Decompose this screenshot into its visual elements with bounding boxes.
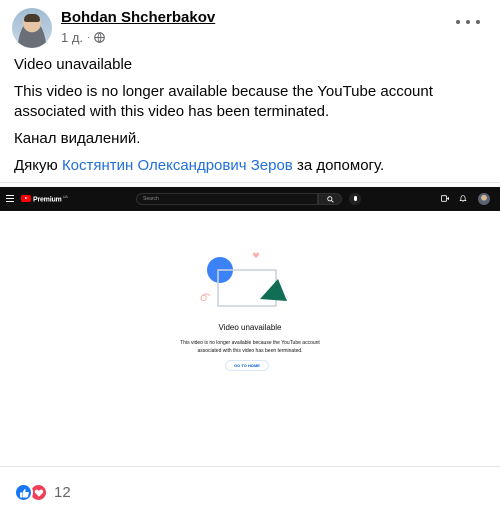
globe-icon — [94, 32, 106, 43]
youtube-brand: PremiumUA — [33, 194, 68, 204]
thanks-text: Дякую — [14, 157, 62, 174]
post-paragraph-2: This video is no longer available becaus… — [14, 83, 433, 120]
search-icon — [318, 193, 342, 205]
menu-icon — [6, 195, 14, 202]
create-video-icon — [441, 195, 449, 202]
meta-separator: · — [87, 32, 91, 43]
like-reaction-icon — [14, 483, 33, 502]
thanks-text-end: за допомогу. — [292, 157, 385, 174]
error-title: Video unavailable — [218, 323, 282, 332]
reactions-summary[interactable]: 12 — [14, 483, 71, 502]
post-time[interactable]: 1 д. — [61, 30, 83, 45]
author-name[interactable]: Bohdan Shcherbakov — [61, 9, 215, 26]
reaction-count[interactable]: 12 — [54, 484, 71, 501]
notifications-icon — [459, 195, 467, 202]
post-meta: 1 д. · — [61, 30, 106, 45]
post-paragraph-4: Дякую Костянтин Олександрович Зеров за д… — [14, 156, 484, 176]
youtube-topbar: PremiumUA Search — [0, 187, 500, 211]
microphone-icon — [349, 193, 361, 205]
post-paragraph-1: Video unavailable — [14, 56, 133, 73]
more-options-icon[interactable] — [456, 14, 480, 30]
facebook-post: Bohdan Shcherbakov 1 д. · Video unavaila… — [0, 0, 500, 512]
post-text: Video unavailable This video is no longe… — [14, 55, 484, 183]
post-paragraph-3: Канал видалений. — [14, 130, 141, 147]
video-unavailable-illustration — [200, 252, 287, 307]
embedded-youtube-screenshot[interactable]: PremiumUA Search Video unavailable This … — [0, 182, 500, 467]
youtube-logo-icon — [21, 195, 31, 202]
youtube-avatar — [478, 193, 490, 205]
go-to-home-button: GO TO HOME — [225, 360, 269, 371]
mention-link[interactable]: Костянтин Олександрович Зеров — [62, 157, 293, 174]
youtube-search-input: Search — [136, 193, 318, 205]
error-description: This video is no longer available becaus… — [180, 340, 320, 354]
avatar[interactable] — [12, 8, 52, 48]
